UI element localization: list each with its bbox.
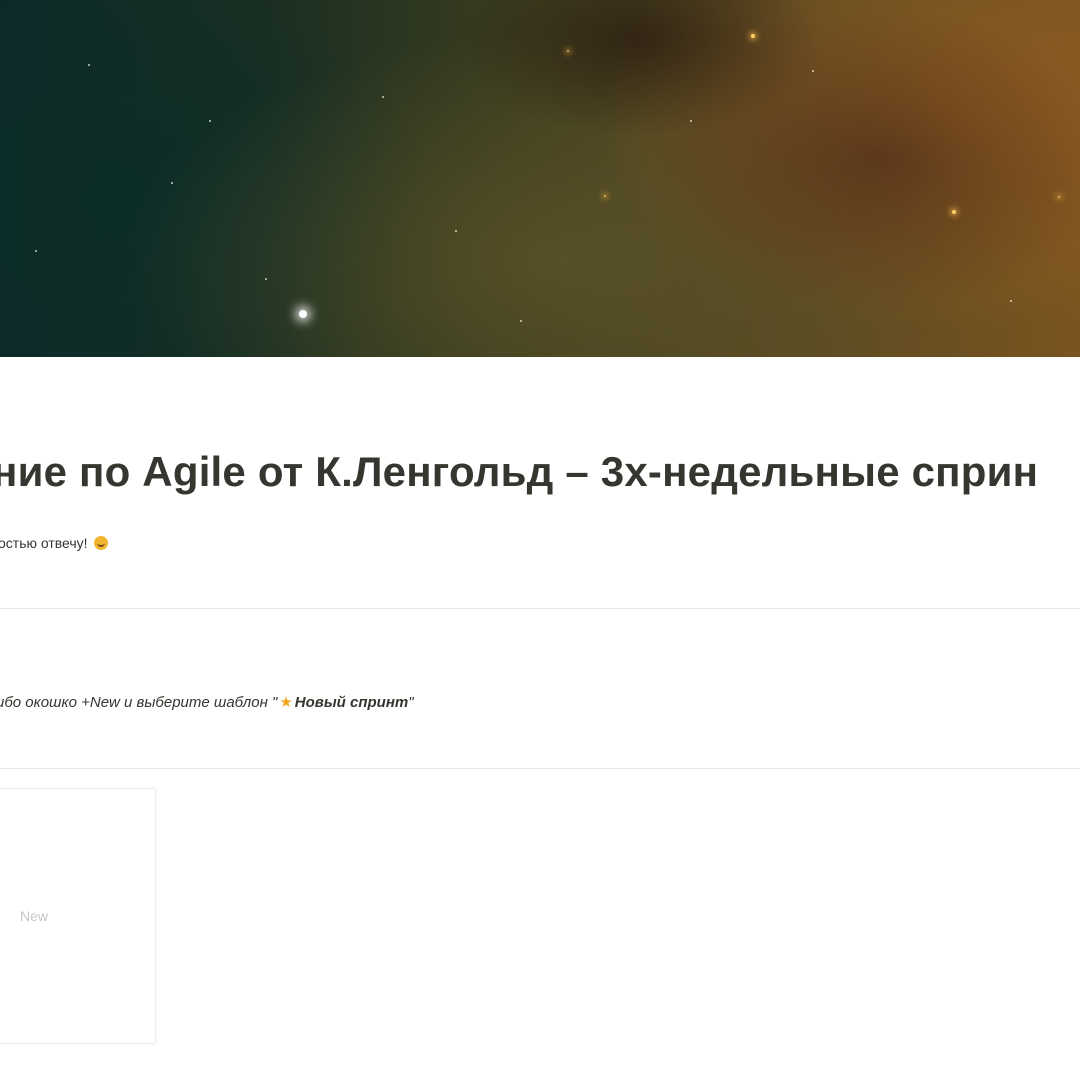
notion-page: ние по Agile от К.Ленгольд – 3х-недельны… [0, 0, 1080, 1080]
star [751, 34, 755, 38]
star [520, 320, 522, 322]
template-name: Новый спринт [294, 694, 409, 711]
new-card-label[interactable]: New [20, 908, 48, 924]
instruction-quote: " [408, 694, 414, 711]
star [35, 250, 37, 252]
star [209, 120, 211, 122]
star [1058, 196, 1060, 198]
star [382, 96, 384, 98]
star [171, 182, 173, 184]
star [567, 50, 569, 52]
bright-star [299, 310, 307, 318]
star [1010, 300, 1012, 302]
star-icon: ★ [279, 694, 293, 711]
star [812, 70, 814, 72]
page-title[interactable]: ние по Agile от К.Ленгольд – 3х-недельны… [0, 448, 1038, 496]
instruction-text: ибо окошко +New и выберите шаблон " [0, 694, 278, 711]
star [690, 120, 692, 122]
star [455, 230, 457, 232]
page-description[interactable]: остью отвечу! [0, 535, 108, 551]
star [604, 195, 606, 197]
divider [0, 608, 1080, 609]
page-description-text: остью отвечу! [0, 535, 88, 551]
instruction-callout[interactable]: ибо окошко +New и выберите шаблон " ★ Новы… [0, 693, 414, 711]
star [265, 278, 267, 280]
star [88, 64, 90, 66]
page-cover-image[interactable] [0, 0, 1080, 357]
star [952, 210, 956, 214]
divider [0, 768, 1080, 769]
smiling-face-icon [93, 536, 108, 550]
